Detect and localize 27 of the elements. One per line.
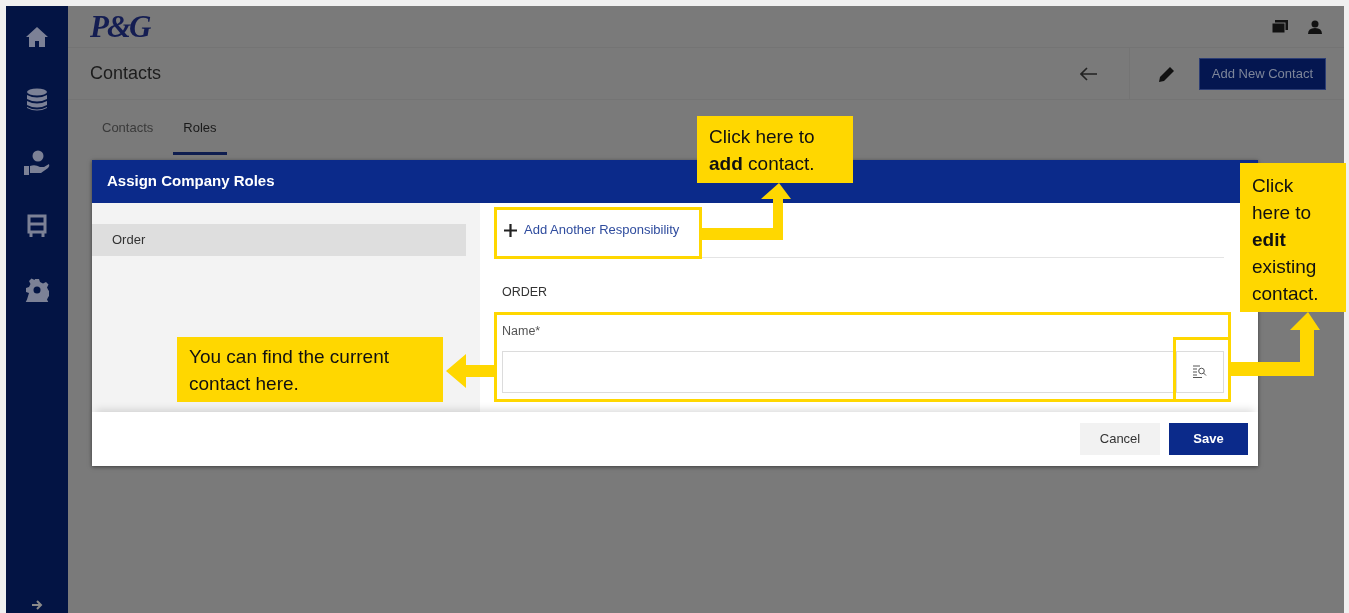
chat-icon[interactable] — [1272, 19, 1288, 34]
user-icon[interactable] — [1308, 19, 1322, 34]
expand-arrow-icon[interactable] — [31, 599, 43, 611]
dialog-title: Assign Company Roles — [107, 171, 275, 192]
callout: Click here to add contact. — [697, 116, 853, 183]
callout-arrow — [446, 354, 496, 388]
name-field[interactable] — [502, 350, 1224, 393]
field-label: Name* — [501, 322, 542, 340]
back-arrow-icon[interactable] — [1079, 66, 1098, 81]
edit-icon[interactable] — [1157, 64, 1176, 83]
add-new-contact-button[interactable]: Add New Contact — [1198, 57, 1326, 90]
plus-icon — [504, 223, 517, 237]
database-icon[interactable] — [26, 88, 48, 112]
callout: You can find the current contact here. — [177, 337, 443, 402]
logo: P&G — [90, 11, 150, 42]
settings-icon[interactable] — [25, 278, 49, 302]
save-button[interactable]: Save — [1169, 423, 1248, 455]
help-hand-icon[interactable] — [23, 150, 51, 176]
list-search-icon — [1193, 365, 1207, 378]
tab[interactable]: Roles — [173, 100, 227, 155]
cancel-button[interactable]: Cancel — [1080, 423, 1160, 455]
role-item[interactable]: Order — [92, 224, 466, 256]
page-title: Contacts — [90, 62, 162, 85]
home-icon[interactable] — [25, 26, 49, 48]
section-heading: ORDER — [501, 284, 549, 301]
add-responsibility-link[interactable]: Add Another Responsibility — [494, 220, 680, 240]
callout: Click here to edit existing contact. — [1240, 163, 1346, 312]
